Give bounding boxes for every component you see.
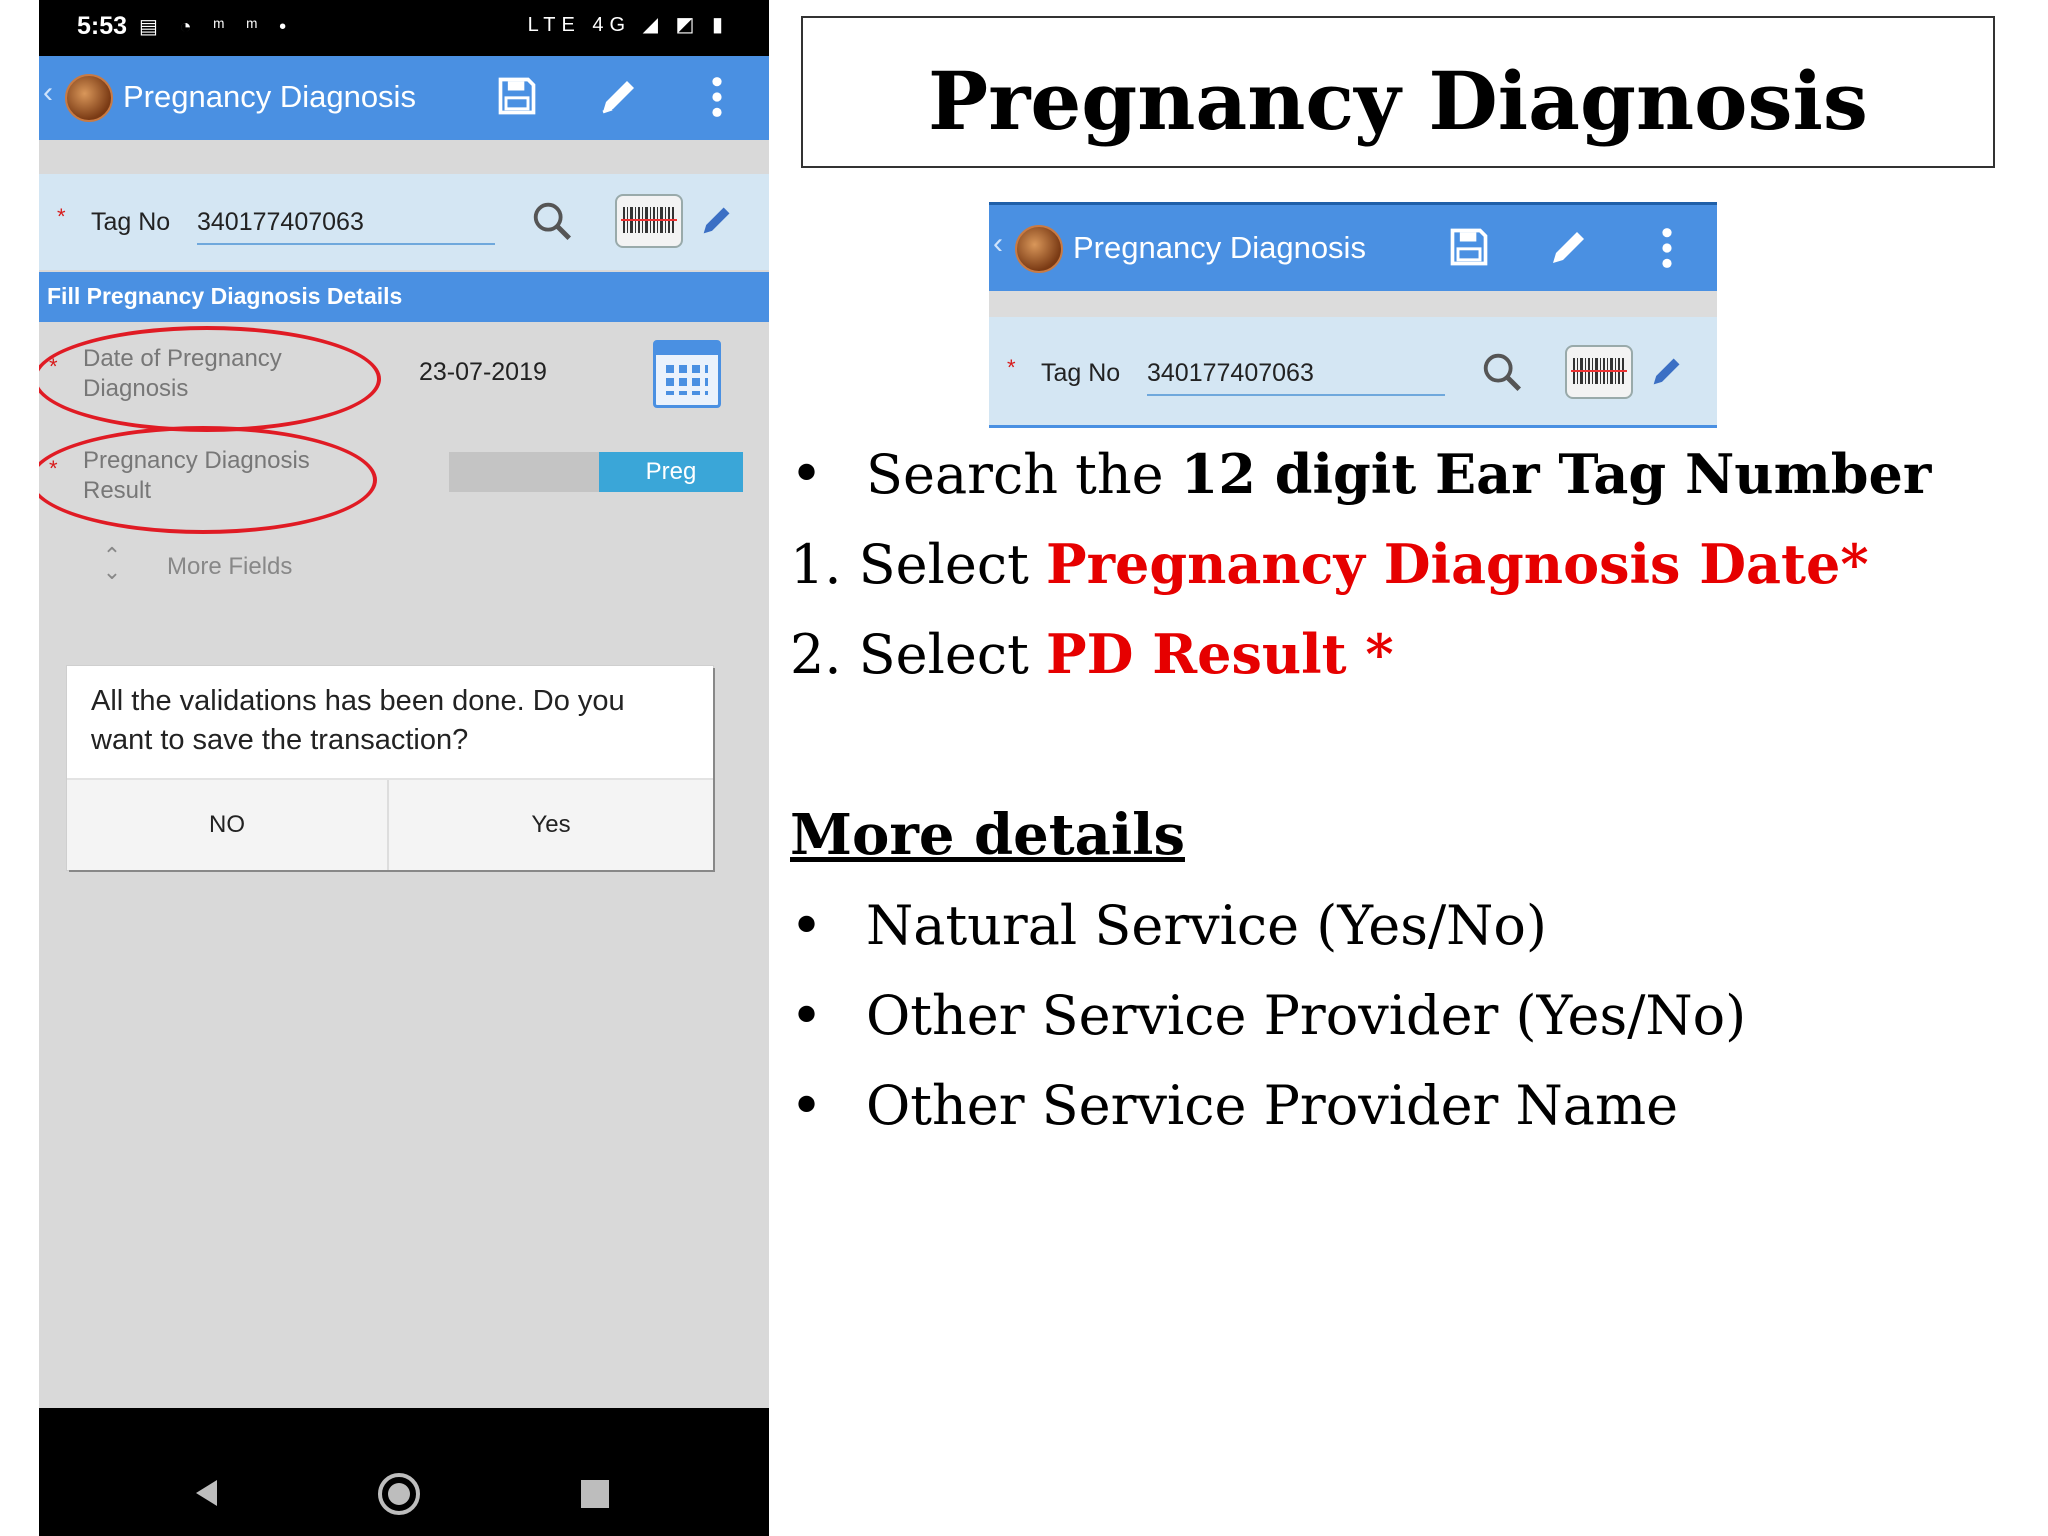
highlight-ring-result xyxy=(39,426,377,534)
mini-overflow-menu-icon xyxy=(1662,228,1672,268)
slide-title-box: Pregnancy Diagnosis xyxy=(801,16,1995,168)
expand-collapse-icon[interactable]: ⌃ ⌄ xyxy=(97,545,127,583)
step-2-highlight: PD Result * xyxy=(1045,622,1394,686)
nav-back-icon[interactable] xyxy=(193,1478,219,1508)
bullet-dot: • xyxy=(790,984,824,1049)
result-toggle-unselected[interactable] xyxy=(449,452,599,492)
step-2: 2. Select PD Result * xyxy=(790,622,1394,686)
save-confirm-dialog: All the validations has been done. Do yo… xyxy=(67,666,713,870)
calendar-icon[interactable] xyxy=(653,340,721,408)
mini-search-icon xyxy=(1483,353,1522,392)
detail-item: Other Service Provider (Yes/No) xyxy=(866,984,1747,1047)
mini-app-logo-icon xyxy=(1015,225,1063,273)
step-1: 1. Select Pregnancy Diagnosis Date* xyxy=(790,532,1869,596)
save-icon[interactable] xyxy=(495,74,539,118)
mini-save-icon xyxy=(1450,228,1488,266)
status-bar: 5:53 ▤ ◔ ᵐ ᵐ • LTE 4G ◢ ◩ ▮ xyxy=(39,0,769,56)
section-header-text: Fill Pregnancy Diagnosis Details xyxy=(47,283,403,309)
step-search-prefix: Search the xyxy=(866,443,1181,506)
step-1-prefix: 1. Select xyxy=(790,533,1046,596)
detail-item: Other Service Provider Name xyxy=(866,1074,1679,1137)
bullet-dot: • xyxy=(790,442,824,507)
mini-required-mark: * xyxy=(1007,355,1016,380)
signal-battery-icons: LTE 4G ◢ ◩ ▮ xyxy=(527,14,729,36)
more-fields-link[interactable]: More Fields xyxy=(167,553,292,581)
bullet-dot: • xyxy=(790,1074,824,1139)
mini-back-chevron-icon: ‹ xyxy=(993,227,1003,260)
step-2-prefix: 2. Select xyxy=(790,623,1046,686)
slide-title: Pregnancy Diagnosis xyxy=(928,54,1868,148)
bullet-dot: • xyxy=(790,894,824,959)
mini-tag-value: 340177407063 xyxy=(1147,359,1445,396)
tag-number-input[interactable]: 340177407063 xyxy=(197,208,495,245)
barcode-scanner-icon[interactable] xyxy=(615,194,683,248)
status-time: 5:53 xyxy=(77,12,128,40)
detail-item: Natural Service (Yes/No) xyxy=(866,894,1547,957)
mini-app-title: Pregnancy Diagnosis xyxy=(1073,230,1366,265)
edit-tag-icon[interactable] xyxy=(697,200,737,240)
step-1-highlight: Pregnancy Diagnosis Date* xyxy=(1045,532,1869,596)
nav-recents-icon[interactable] xyxy=(581,1480,609,1508)
mini-tag-label: Tag No xyxy=(1041,359,1121,387)
mini-edit-pencil-icon xyxy=(1553,232,1584,263)
step-search-bold: 12 digit Ear Tag Number xyxy=(1180,442,1932,506)
nav-home-icon[interactable] xyxy=(377,1472,421,1516)
date-field-value[interactable]: 23-07-2019 xyxy=(419,358,547,387)
android-nav-bar xyxy=(39,1408,769,1536)
app-bar: ‹ Pregnancy Diagnosis xyxy=(39,56,769,140)
overflow-menu-icon[interactable] xyxy=(707,74,727,120)
dialog-message: All the validations has been done. Do yo… xyxy=(91,685,625,756)
more-details-heading: More details xyxy=(790,802,1185,868)
phone-screenshot: 5:53 ▤ ◔ ᵐ ᵐ • LTE 4G ◢ ◩ ▮ ‹ Pregnancy … xyxy=(39,0,769,1536)
dialog-yes-button[interactable]: Yes xyxy=(389,780,713,870)
highlight-ring-date xyxy=(39,326,381,432)
step-search: Search the 12 digit Ear Tag Number xyxy=(866,442,1931,506)
mini-edit-tag-icon xyxy=(1653,358,1680,385)
search-icon[interactable] xyxy=(529,198,575,244)
back-chevron-icon[interactable]: ‹ xyxy=(43,76,53,110)
tag-number-panel: * Tag No 340177407063 xyxy=(39,174,769,270)
mini-tag-panel: * Tag No 340177407063 xyxy=(989,317,1717,425)
notification-icons: ▤ ◔ ᵐ ᵐ • xyxy=(139,16,295,38)
dialog-no-button[interactable]: NO xyxy=(67,780,387,870)
mini-app-bar: ‹ Pregnancy Diagnosis xyxy=(989,205,1717,291)
section-header: Fill Pregnancy Diagnosis Details xyxy=(39,272,769,322)
required-mark: * xyxy=(57,204,66,229)
app-title: Pregnancy Diagnosis xyxy=(123,79,416,114)
mini-barcode-icon xyxy=(1565,345,1633,399)
edit-pencil-icon[interactable] xyxy=(595,72,643,120)
app-logo-icon[interactable] xyxy=(65,74,113,122)
mini-screenshot: ‹ Pregnancy Diagnosis * Tag No 340177407… xyxy=(989,202,1717,428)
result-toggle-preg[interactable]: Preg xyxy=(599,452,743,492)
tag-label: Tag No xyxy=(91,208,171,236)
